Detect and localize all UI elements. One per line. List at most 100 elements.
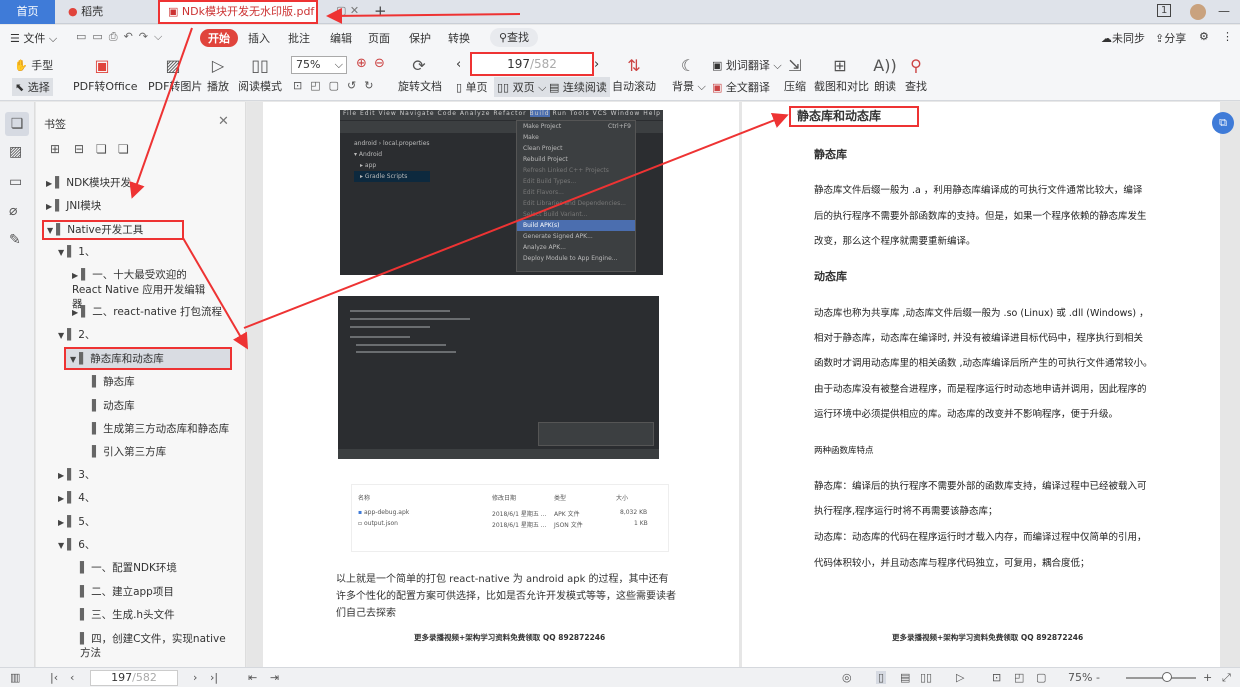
window-count-badge[interactable]: 1 — [1157, 4, 1172, 17]
comment-icon[interactable]: ▭ — [9, 174, 22, 190]
bookmark-item-native-tools[interactable]: ▼ ▌ Native开发工具 — [42, 220, 184, 240]
select-tool[interactable]: ⬉ 选择 — [12, 78, 53, 96]
back-icon[interactable]: ⇤ — [248, 671, 257, 684]
continuous-read-button[interactable]: ▤ 连续阅读 — [546, 77, 610, 97]
quick-access-icons[interactable]: ▭▭⎙↶↷⌵ — [76, 30, 168, 44]
menu-protect[interactable]: 保护 — [409, 30, 431, 46]
first-page-icon[interactable]: |‹ — [50, 671, 58, 684]
prev-page-icon[interactable]: ‹ — [456, 57, 461, 72]
attachment-icon[interactable]: ⌀ — [9, 203, 17, 219]
bookmark-item[interactable]: ▌ 生成第三方动态库和静态库 — [92, 422, 229, 436]
auto-scroll-button[interactable]: ⇅ 自动滚动 — [610, 57, 658, 94]
background-button[interactable]: ☾ 背景 ⌵ — [672, 57, 706, 94]
bookmark-item[interactable]: ▌ 二、建立app项目 — [80, 585, 174, 599]
avatar[interactable] — [1190, 4, 1206, 20]
settings-icon[interactable]: ⚙ — [1199, 30, 1209, 43]
screenshot-compare-button[interactable]: ⊞ 截图和对比 — [814, 57, 869, 94]
hand-tool[interactable]: ✋ 手型 — [14, 57, 53, 73]
delete-bookmark-icon[interactable]: ❏ — [118, 142, 129, 156]
bookmark-item[interactable]: ▼ ▌ 6、 — [58, 538, 95, 553]
close-tab-icon[interactable]: ▢ ✕ — [336, 4, 359, 17]
menu-insert[interactable]: 插入 — [248, 30, 270, 46]
bookmark-item-static-dynamic-selected[interactable]: ▼ ▌ 静态库和动态库 — [64, 347, 232, 370]
minimize-icon[interactable]: — — [1218, 4, 1230, 18]
layout-continuous-icon[interactable]: ▤ — [900, 671, 910, 684]
zoom-plus-icon[interactable]: + — [1203, 671, 1212, 684]
single-page-button[interactable]: ▯ 单页 — [456, 79, 488, 95]
read-mode-button[interactable]: ▯▯ 阅读模式 — [238, 57, 282, 94]
bookmark-item[interactable]: ▶ ▌ NDK模块开发 — [46, 176, 131, 191]
full-translate-button[interactable]: ▣ 全文翻译 — [712, 79, 770, 95]
bookmark-item[interactable]: ▶ ▌ 二、react-native 打包流程 — [72, 305, 222, 320]
bookmark-item[interactable]: ▶ ▌ JNI模块 — [46, 199, 101, 214]
last-page-icon[interactable]: ›| — [210, 671, 218, 684]
eye-protection-icon[interactable]: ◎ — [842, 671, 852, 684]
bookmark-item[interactable]: ▶ ▌ 4、 — [58, 491, 95, 506]
zoom-slider-knob[interactable] — [1162, 672, 1172, 682]
signature-icon[interactable]: ✎ — [9, 232, 21, 248]
menu-start[interactable]: 开始 — [200, 29, 238, 47]
expand-all-icon[interactable]: ⊞ — [50, 142, 60, 156]
double-page-button[interactable]: ▯▯ 双页 ⌵ — [494, 77, 550, 97]
menu-file[interactable]: ☰ 文件 ⌵ — [10, 30, 57, 46]
bookmark-item[interactable]: ▌ 四，创建C文件，实现native方法 — [80, 632, 230, 660]
next-page-status-icon[interactable]: › — [193, 671, 197, 684]
bookmark-item[interactable]: ▌ 引入第三方库 — [92, 445, 166, 459]
menu-page[interactable]: 页面 — [368, 30, 390, 46]
menu-convert[interactable]: 转换 — [448, 30, 470, 46]
zoom-slider[interactable] — [1126, 677, 1196, 679]
forward-icon[interactable]: ⇥ — [270, 671, 279, 684]
close-panel-icon[interactable]: ✕ — [218, 114, 229, 129]
sync-status[interactable]: ☁未同步 — [1101, 30, 1145, 46]
actual-size-icon[interactable]: ⊡ — [992, 671, 1001, 684]
fit-page-icons[interactable]: ⊡◰▢↺↻ — [293, 79, 381, 92]
tab-docer[interactable]: ● 稻壳 — [60, 0, 150, 24]
tab-pdf-document[interactable]: ▣ NDk模块开发无水印版.pdf — [158, 0, 318, 24]
pdf-to-image-button[interactable]: ▨ PDF转图片 — [148, 57, 202, 94]
find-button[interactable]: ⚲ 查找 — [903, 57, 929, 94]
play-icon: ▷ — [211, 56, 225, 75]
fit-width-icon[interactable]: ◰ — [1014, 671, 1024, 684]
bookmark-panel-icon[interactable]: ❏ — [5, 112, 29, 136]
prev-page-status-icon[interactable]: ‹ — [70, 671, 74, 684]
bookmark-item[interactable]: ▌ 一、配置NDK环境 — [80, 561, 177, 575]
tab-home[interactable]: 首页 — [0, 0, 55, 24]
read-aloud-button[interactable]: A)) 朗读 — [872, 57, 898, 94]
menu-annotate[interactable]: 批注 — [288, 30, 310, 46]
play-status-icon[interactable]: ▷ — [956, 671, 964, 684]
bookmark-item[interactable]: ▶ ▌ 3、 — [58, 468, 95, 483]
bookmark-item[interactable]: ▌ 三、生成.h头文件 — [80, 608, 175, 622]
pdf-to-office-button[interactable]: ▣ PDF转Office — [73, 57, 138, 94]
layout-single-icon[interactable]: ▯ — [876, 671, 887, 684]
status-page-input[interactable]: 197/582 — [90, 670, 178, 686]
add-bookmark-icon[interactable]: ❏ — [96, 142, 107, 156]
bookmark-item[interactable]: ▌ 静态库 — [92, 375, 135, 389]
zoom-in-icon[interactable]: ⊕ — [356, 56, 367, 71]
fit-page-icon[interactable]: ▢ — [1036, 671, 1046, 684]
zoom-out-icon[interactable]: ⊖ — [374, 56, 385, 71]
rotate-document-button[interactable]: ⟳ 旋转文档 — [398, 57, 442, 94]
layout-double-icon[interactable]: ▯▯ — [920, 671, 932, 684]
share-button[interactable]: ⇪分享 — [1155, 30, 1186, 46]
word-translate-button[interactable]: ▣ 划词翻译 ⌵ — [712, 57, 782, 73]
ide-build-dropdown: Make Project Ctrl+F9 Make Clean Project R… — [516, 120, 636, 272]
thumbnail-icon[interactable]: ▨ — [9, 144, 22, 160]
collapse-all-icon[interactable]: ⊟ — [74, 142, 84, 156]
bookmark-item[interactable]: ▼ ▌ 2、 — [58, 328, 95, 343]
zoom-select[interactable]: 75% ⌵ — [291, 56, 347, 74]
page-number-input[interactable]: 197/582 — [470, 52, 594, 76]
bookmark-item[interactable]: ▼ ▌ 1、 — [58, 245, 95, 260]
toggle-sidebar-icon[interactable]: ▥ — [10, 671, 20, 684]
bookmark-item[interactable]: ▌ 动态库 — [92, 399, 135, 413]
zoom-level[interactable]: 75% - — [1068, 671, 1100, 684]
play-button[interactable]: ▷ 播放 — [204, 57, 232, 94]
more-icon[interactable]: ⋮ — [1222, 30, 1233, 43]
menu-edit[interactable]: 编辑 — [330, 30, 352, 46]
bookmark-item[interactable]: ▶ ▌ 5、 — [58, 515, 95, 530]
search-menu[interactable]: ⚲查找 — [490, 28, 538, 47]
floating-tool-button[interactable]: ⧉ — [1212, 112, 1234, 134]
compress-button[interactable]: ⇲ 压缩 — [782, 57, 808, 94]
next-page-icon[interactable]: › — [594, 57, 599, 72]
fullscreen-icon[interactable]: ⤢ — [1222, 671, 1231, 685]
new-tab-icon[interactable]: + — [374, 2, 387, 20]
